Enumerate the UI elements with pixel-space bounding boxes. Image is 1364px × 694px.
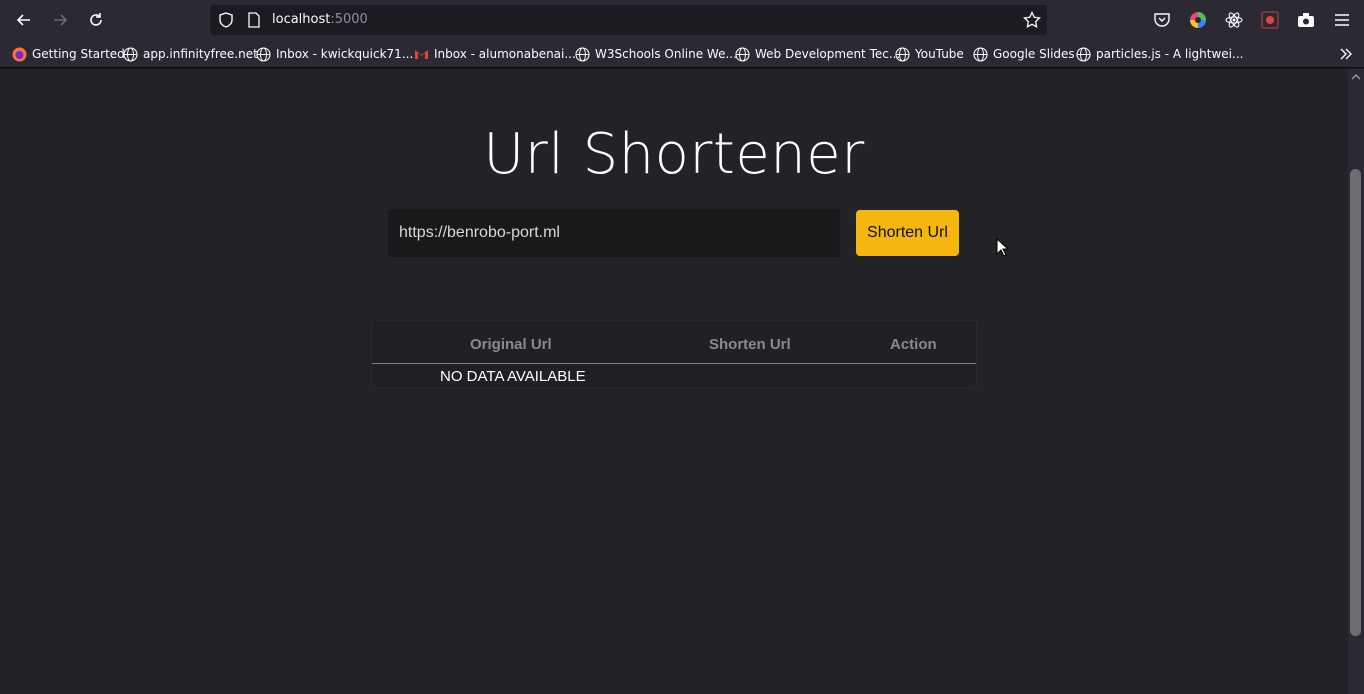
bookmark-label: app.infinityfree.net [143,47,258,61]
browser-toolbar: localhost:5000 [0,0,1364,40]
column-header-action: Action [890,336,937,353]
globe-icon [735,46,750,62]
bookmark-label: Getting Started [32,47,125,61]
url-input[interactable] [388,209,840,257]
menu-icon[interactable] [1332,10,1352,30]
bookmark-label: W3Schools Online We... [595,47,737,61]
bookmark-inbox-kwickquick[interactable]: Inbox - kwickquick71... [256,46,413,62]
table-header-divider [372,363,976,364]
page-content: Url Shortener Shorten Url Original Url S… [0,69,1348,694]
scroll-up-arrow-icon[interactable] [1351,72,1361,82]
reload-button[interactable] [80,4,112,36]
back-arrow-icon [16,14,30,26]
chevron-double-right-icon [1338,47,1353,62]
column-header-original-url: Original Url [470,336,552,353]
forward-button[interactable] [44,4,76,36]
bookmark-label: Inbox - kwickquick71... [276,47,414,61]
shorten-url-button[interactable]: Shorten Url [856,210,959,256]
page-icon[interactable] [247,12,261,33]
screen-recorder-icon[interactable] [1260,10,1280,30]
bookmark-particles-js[interactable]: particles.js - A lightwei... [1076,46,1243,62]
bookmark-w3schools[interactable]: W3Schools Online We... [575,46,737,62]
bookmark-google-slides[interactable]: Google Slides [973,46,1075,62]
bookmark-label: Inbox - alumonabenai... [434,47,576,61]
bookmarks-toolbar: Getting Started app.infinityfree.net Inb… [0,40,1364,68]
page-title: Url Shortener [483,122,865,187]
bookmark-label: YouTube [915,47,964,61]
globe-icon [973,46,988,62]
bookmark-infinityfree[interactable]: app.infinityfree.net [123,46,258,62]
globe-icon [895,46,910,62]
bookmarks-overflow-button[interactable] [1338,46,1353,62]
urls-table: Original Url Shorten Url Action NO DATA … [371,320,977,388]
bookmark-label: Web Development Tec... [755,47,901,61]
empty-table-message: NO DATA AVAILABLE [440,368,586,385]
color-picker-extension-icon[interactable] [1188,10,1208,30]
back-button[interactable] [8,4,40,36]
shield-icon[interactable] [218,12,234,33]
mouse-pointer-icon [996,237,1010,258]
globe-icon [1076,46,1091,62]
globe-icon [123,46,138,62]
bookmark-getting-started[interactable]: Getting Started [12,46,125,62]
reload-icon [90,13,102,26]
page-scrollbar[interactable] [1348,69,1364,694]
globe-icon [575,46,590,62]
bookmark-star-icon[interactable] [1023,10,1041,34]
bookmark-inbox-alumonabenai[interactable]: Inbox - alumonabenai... [414,46,576,62]
camera-icon[interactable] [1296,10,1316,30]
bookmark-youtube[interactable]: YouTube [895,46,964,62]
column-header-shorten-url: Shorten Url [709,336,791,353]
react-devtools-icon[interactable] [1224,10,1244,30]
url-host: localhost [272,12,331,27]
address-bar[interactable]: localhost:5000 [210,5,1047,35]
pocket-icon[interactable] [1152,10,1172,30]
globe-icon [256,46,271,62]
forward-arrow-icon [54,14,68,26]
bookmark-web-development[interactable]: Web Development Tec... [735,46,900,62]
url-port: :5000 [330,12,368,27]
gmail-icon [414,47,429,62]
url-text: localhost:5000 [272,12,368,27]
firefox-icon [12,47,27,62]
scrollbar-thumb[interactable] [1350,169,1361,636]
bookmark-label: Google Slides [993,47,1075,61]
bookmark-label: particles.js - A lightwei... [1096,47,1244,61]
